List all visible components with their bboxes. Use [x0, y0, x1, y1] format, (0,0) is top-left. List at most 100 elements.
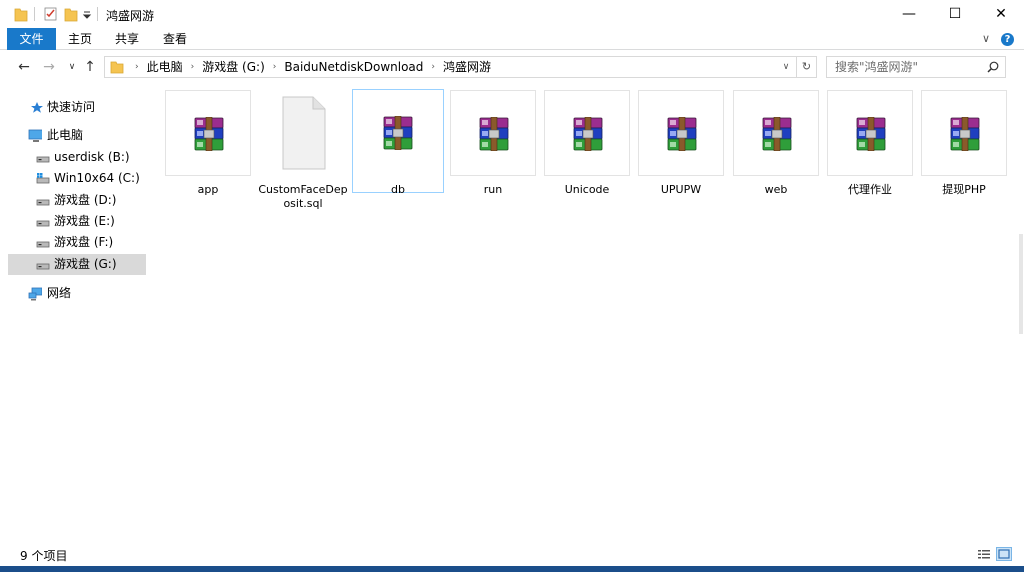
divider — [97, 7, 98, 21]
file-name: app — [197, 183, 219, 196]
winrar-archive-icon — [762, 117, 792, 151]
drive-icon — [36, 220, 50, 227]
help-icon[interactable]: ? — [1001, 33, 1014, 46]
minimize-button[interactable]: — — [886, 0, 932, 28]
scrollbar-thumb[interactable] — [1019, 234, 1023, 334]
file-thumbnail — [450, 90, 536, 176]
sidebar-item-drive-b[interactable]: userdisk (B:) — [0, 147, 146, 168]
tab-view[interactable]: 查看 — [157, 28, 193, 50]
file-name: db — [391, 183, 405, 196]
back-button[interactable]: ← — [16, 58, 32, 76]
sidebar-item-this-pc[interactable]: 此电脑 — [0, 125, 146, 146]
computer-icon — [28, 129, 42, 142]
recent-locations-button[interactable]: ∨ — [64, 58, 80, 76]
tab-home[interactable]: 主页 — [62, 28, 98, 50]
breadcrumb: › 此电脑 › 游戏盘 (G:) › BaiduNetdiskDownload … — [127, 57, 491, 77]
window-title: 鸿盛网游 — [106, 9, 155, 23]
breadcrumb-separator[interactable]: › — [431, 57, 435, 77]
file-name: Unicode — [564, 183, 610, 196]
new-folder-icon[interactable] — [64, 6, 78, 22]
customize-toolbar-icon[interactable] — [82, 6, 92, 22]
file-name: CustomFaceDeposit.sql — [258, 183, 348, 210]
sidebar-item-label: 游戏盘 (G:) — [54, 257, 117, 271]
file-name: UPUPW — [660, 183, 702, 196]
file-thumbnail — [733, 90, 819, 176]
vertical-scrollbar[interactable] — [1018, 84, 1024, 542]
folder-icon — [14, 8, 28, 22]
file-thumbnail — [355, 90, 441, 176]
file-thumbnail — [260, 90, 346, 176]
close-button[interactable]: ✕ — [978, 0, 1024, 28]
maximize-button[interactable]: ☐ — [932, 0, 978, 28]
file-thumbnail — [921, 90, 1007, 176]
windows-drive-icon — [36, 173, 50, 184]
sidebar-item-network[interactable]: 网络 — [0, 283, 146, 304]
tab-file[interactable]: 文件 — [7, 28, 56, 50]
large-icons-view-button[interactable] — [996, 547, 1012, 561]
navigation-pane: 快速访问 此电脑 userdisk (B:) Win10x64 (C:) 游戏盘… — [0, 84, 148, 542]
file-name: 提现PHP — [942, 183, 986, 196]
breadcrumb-separator[interactable]: › — [273, 57, 277, 77]
file-name: run — [483, 183, 503, 196]
file-thumbnail — [827, 90, 913, 176]
sidebar-item-label: 游戏盘 (E:) — [54, 214, 115, 228]
large-icons-view-icon — [998, 549, 1010, 559]
breadcrumb-this-pc[interactable]: 此电脑 — [147, 57, 183, 77]
navigation-bar: ← → ∨ ↑ › 此电脑 › 游戏盘 (G:) › BaiduNetdiskD… — [0, 50, 1024, 84]
sidebar-item-label: 此电脑 — [47, 128, 84, 142]
folder-icon — [110, 61, 124, 74]
breadcrumb-separator[interactable]: › — [191, 57, 195, 77]
breadcrumb-current-folder[interactable]: 鸿盛网游 — [443, 57, 491, 77]
forward-button[interactable]: → — [41, 58, 57, 76]
search-box[interactable]: 搜索"鸿盛网游" — [826, 56, 1006, 78]
breadcrumb-separator: › — [135, 62, 139, 72]
file-thumbnail — [544, 90, 630, 176]
search-input[interactable]: 搜索"鸿盛网游" — [835, 57, 918, 77]
title-bar: 鸿盛网游 — ☐ ✕ — [0, 0, 1024, 28]
address-dropdown-button[interactable]: ∨ — [776, 57, 796, 77]
sidebar-item-drive-f[interactable]: 游戏盘 (F:) — [0, 232, 146, 253]
item-count: 9 个项目 — [20, 549, 68, 563]
refresh-button[interactable]: ↻ — [796, 57, 816, 77]
ribbon-tabs: 文件 主页 共享 查看 ∨ ? — [0, 28, 1024, 50]
document-icon — [282, 96, 326, 170]
details-view-icon — [978, 550, 990, 559]
winrar-archive-icon — [573, 117, 603, 151]
winrar-archive-icon — [194, 117, 224, 151]
star-icon — [31, 102, 43, 113]
properties-icon[interactable] — [44, 6, 58, 22]
file-list: app CustomFaceDeposit.sql db run Unicode UPUP… — [148, 84, 1018, 542]
search-icon[interactable] — [987, 61, 999, 73]
up-button[interactable]: ↑ — [82, 58, 98, 76]
tab-share[interactable]: 共享 — [109, 28, 145, 50]
winrar-archive-icon — [950, 117, 980, 151]
sidebar-item-drive-g[interactable]: 游戏盘 (G:) — [8, 254, 146, 275]
drive-icon — [36, 241, 50, 248]
status-bar: 9 个项目 — [0, 542, 1024, 566]
sidebar-item-drive-e[interactable]: 游戏盘 (E:) — [0, 211, 146, 232]
network-icon — [28, 287, 42, 301]
winrar-archive-icon — [479, 117, 509, 151]
file-thumbnail — [165, 90, 251, 176]
sidebar-item-label: 游戏盘 (D:) — [54, 193, 117, 207]
sidebar-item-label: 网络 — [47, 286, 72, 300]
divider — [34, 7, 35, 21]
address-bar[interactable]: › 此电脑 › 游戏盘 (G:) › BaiduNetdiskDownload … — [104, 56, 817, 78]
sidebar-item-label: 快速访问 — [47, 100, 96, 114]
file-name: web — [764, 183, 788, 196]
breadcrumb-baidunetdiskdownload[interactable]: BaiduNetdiskDownload — [284, 57, 423, 77]
drive-icon — [36, 199, 50, 206]
sidebar-item-drive-d[interactable]: 游戏盘 (D:) — [0, 190, 146, 211]
winrar-archive-icon — [856, 117, 886, 151]
details-view-button[interactable] — [976, 547, 992, 561]
drive-icon — [36, 263, 50, 270]
file-thumbnail — [638, 90, 724, 176]
winrar-archive-icon — [383, 116, 413, 150]
expand-ribbon-icon[interactable]: ∨ — [982, 32, 990, 45]
breadcrumb-drive-g[interactable]: 游戏盘 (G:) — [202, 57, 265, 77]
file-name: 代理作业 — [848, 183, 892, 196]
sidebar-item-drive-c[interactable]: Win10x64 (C:) — [0, 168, 146, 189]
sidebar-item-label: userdisk (B:) — [54, 150, 130, 164]
sidebar-item-quick-access[interactable]: 快速访问 — [0, 97, 146, 118]
winrar-archive-icon — [667, 117, 697, 151]
